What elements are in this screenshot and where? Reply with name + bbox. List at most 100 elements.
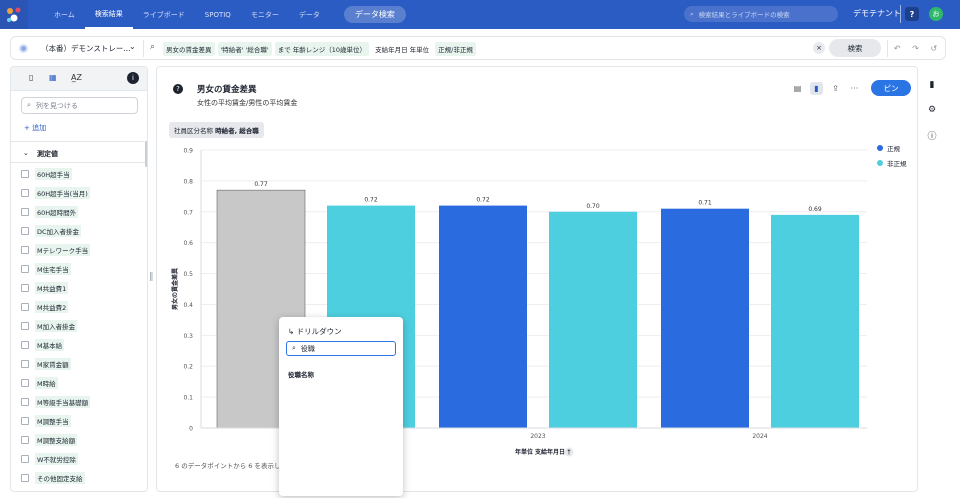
checkbox[interactable] [21,170,29,178]
search-token[interactable]: 正規/非正規 [435,42,476,56]
checkbox[interactable] [21,208,29,216]
info-icon[interactable]: ⓘ [925,128,939,142]
panel-resize-handle[interactable]: ‖ [149,272,154,282]
list-item[interactable]: Mテレワーク手当 [21,243,141,257]
search-token[interactable]: 男女の賃金差異 [163,42,215,56]
checkbox[interactable] [21,246,29,254]
list-item[interactable]: 60H超手当 [21,167,141,181]
column-label: DC加入者掛金 [35,225,82,237]
checkbox[interactable] [21,284,29,292]
chart-view-icon[interactable]: ▮ [810,82,823,95]
search-button[interactable]: 検索 [829,39,881,57]
list-item[interactable]: M等級手当基礎額 [21,395,141,409]
grid-icon[interactable]: ▦ [49,73,57,82]
checkbox[interactable] [21,341,29,349]
share-icon[interactable]: ⇪ [829,82,842,95]
list-item[interactable]: その他固定支給 [21,471,141,485]
reset-icon[interactable]: ↺ [930,44,937,53]
bar[interactable] [439,205,527,428]
right-rail: ▮ ⚙ ⓘ [925,78,947,153]
list-item[interactable]: 60H超手当(当月) [21,186,141,200]
legend-label: 正規 [887,145,900,153]
checkbox[interactable] [21,227,29,235]
search-token[interactable]: まで 年齢レンジ（10歳単位） [274,42,370,56]
search-tokens[interactable]: 男女の賃金差異 '特給者' '総合職' まで 年齢レンジ（10歳単位） 支給年月… [163,42,476,56]
search-token[interactable]: '特給者' '総合職' [217,42,272,56]
list-item[interactable]: M調整手当 [21,414,141,428]
search-icon: ⌕ [27,101,31,109]
bar[interactable] [549,211,637,428]
checkbox[interactable] [21,379,29,387]
list-item[interactable]: W不就労控除 [21,452,141,466]
checkbox[interactable] [21,322,29,330]
list-item[interactable]: M調整支給額 [21,433,141,447]
list-item[interactable]: M共益費2 [21,300,141,314]
bar[interactable] [771,214,859,428]
list-item[interactable]: M共益費1 [21,281,141,295]
drill-title-text: ドリルダウン [296,327,342,336]
search-token[interactable]: 支給年月日 年単位 [372,42,432,56]
answer-title[interactable]: 男女の賃金差異 [197,83,257,95]
list-item[interactable]: DC加入者掛金 [21,224,141,238]
chart-config-icon[interactable]: ▮ [925,78,939,92]
drill-input-value: 役職 [300,344,315,353]
y-tick-label: 0.9 [183,148,193,155]
checkbox[interactable] [21,455,29,463]
checkbox[interactable] [21,417,29,425]
checkbox[interactable] [21,303,29,311]
bookmark-icon[interactable]: ▯ [29,73,33,82]
nav-tab-data[interactable]: データ [289,0,330,29]
checkbox[interactable] [21,189,29,197]
section-title: 測定値 [37,150,58,158]
bar[interactable] [661,208,749,428]
nav-tab-search-results[interactable]: 検索結果 [84,0,133,29]
list-item[interactable]: M加入者掛金 [21,319,141,333]
bar-chart: 0 0.1 0.2 0.3 0.4 0.5 0.6 0.7 0.8 0.9 男女の賃金差異 0.77 0… [171,148,867,457]
redo-icon[interactable]: ↷ [912,44,919,53]
checkbox[interactable] [21,436,29,444]
chevron-down-icon[interactable]: ⌄ [129,42,136,51]
data-search-button[interactable]: データ検索 [343,6,406,23]
more-icon[interactable]: ··· [848,82,861,95]
sort-arrow-icon: ↑ [566,449,572,457]
datasource-selector[interactable]: （本番）デモンストレー... [41,43,131,54]
answer-subtitle: 女性の平均賃金/男性の平均賃金 [197,99,298,107]
table-view-icon[interactable]: ▤ [791,82,804,95]
question-icon[interactable]: ? [173,84,183,94]
sort-az-icon[interactable]: A̲Z [71,73,82,82]
list-item[interactable]: M時給 [21,376,141,390]
y-tick-label: 0.4 [183,302,193,309]
legend-item[interactable]: 正規 [877,143,907,153]
help-button[interactable]: ? [905,7,919,21]
nav-tab-home[interactable]: ホーム [44,0,85,29]
data-label: 0.77 [254,181,268,188]
pin-button[interactable]: ピン [871,80,911,96]
drill-search-input[interactable]: ⌕ 役職 [286,341,396,356]
column-search-input[interactable]: ⌕ 列を見つける [21,97,138,114]
app-logo[interactable] [0,0,28,29]
avatar[interactable]: お [929,7,943,21]
nav-tab-liveboards[interactable]: ライブボード [133,0,195,29]
gear-icon[interactable]: ⚙ [925,103,939,117]
data-panel-tabs: ▯ ▦ A̲Z i [11,67,147,91]
undo-icon[interactable]: ↶ [894,44,901,53]
list-item[interactable]: M家賃金額 [21,357,141,371]
nav-tab-spotiq[interactable]: SPOTIQ [195,0,241,29]
list-item[interactable]: 60H超時間外 [21,205,141,219]
nav-tab-monitor[interactable]: モニター [241,0,289,29]
scrollbar[interactable] [145,141,147,167]
info-icon[interactable]: i [127,72,139,84]
checkbox[interactable] [21,360,29,368]
measures-section-header[interactable]: ⌄ 測定値 [11,141,145,163]
drill-result-item[interactable]: 役職名称 [288,369,314,379]
checkbox[interactable] [21,474,29,482]
list-item[interactable]: M住宅手当 [21,262,141,276]
global-search-input[interactable]: ⌕ 検索結果とライブボードの検索 [684,6,838,22]
clear-search-icon[interactable]: × [813,42,825,54]
tenant-name[interactable]: デモテナント [853,8,901,19]
checkbox[interactable] [21,265,29,273]
list-item[interactable]: M基本給 [21,338,141,352]
legend-item[interactable]: 非正規 [877,158,907,168]
checkbox[interactable] [21,398,29,406]
add-column-link[interactable]: + 追加 [24,123,46,133]
